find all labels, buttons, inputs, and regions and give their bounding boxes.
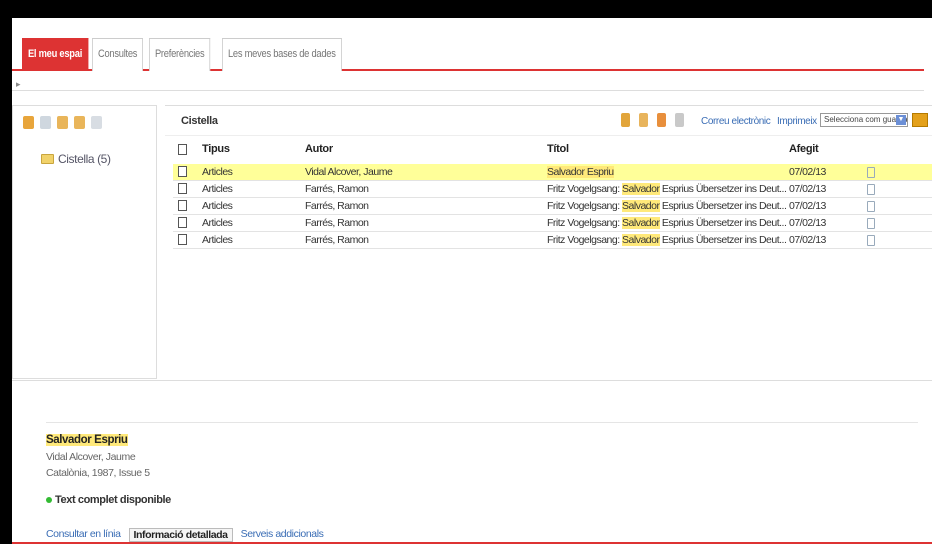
- basket-panel: Cistella Correu electrònic Imprimeix Sel…: [165, 105, 932, 358]
- copy-icon[interactable]: [639, 113, 648, 127]
- new-folder-icon[interactable]: [23, 116, 34, 129]
- save-format-select[interactable]: Selecciona com guardar ▼: [820, 113, 908, 127]
- row-checkbox[interactable]: [178, 183, 187, 194]
- cell-title[interactable]: Fritz Vogelgsang: Salvador Esprius Übers…: [547, 234, 787, 246]
- available-dot-icon: [46, 497, 52, 503]
- cell-author: Farrés, Ramon: [305, 217, 369, 229]
- print-link[interactable]: Imprimeix: [777, 116, 817, 127]
- sub-bar: ▸: [12, 73, 924, 91]
- note-icon[interactable]: [867, 235, 875, 246]
- cell-title[interactable]: Fritz Vogelgsang: Salvador Esprius Übers…: [547, 217, 787, 229]
- tab-my-databases[interactable]: Les meves bases de dades: [222, 38, 342, 71]
- tab-detailed-info[interactable]: Informació detallada: [128, 528, 233, 542]
- folder-basket[interactable]: Cistella (5): [41, 152, 111, 166]
- cell-added: 07/02/13: [789, 166, 826, 178]
- row-checkbox[interactable]: [178, 234, 187, 245]
- note-icon[interactable]: [867, 201, 875, 212]
- export-icon[interactable]: [657, 113, 666, 127]
- cell-author: Farrés, Ramon: [305, 183, 369, 195]
- tab-preferences[interactable]: Preferències: [149, 38, 211, 71]
- col-type[interactable]: Tipus: [202, 143, 230, 155]
- folder-icon: [41, 154, 54, 164]
- cell-type: Articles: [202, 200, 233, 212]
- cell-author: Farrés, Ramon: [305, 234, 369, 246]
- col-title[interactable]: Títol: [547, 143, 569, 155]
- detail-divider: [46, 422, 918, 423]
- cell-type: Articles: [202, 166, 233, 178]
- row-checkbox[interactable]: [178, 200, 187, 211]
- cell-added: 07/02/13: [789, 183, 826, 195]
- col-added[interactable]: Afegit: [789, 143, 819, 155]
- cell-added: 07/02/13: [789, 217, 826, 229]
- rename-icon[interactable]: [40, 116, 51, 129]
- cell-type: Articles: [202, 183, 233, 195]
- go-button[interactable]: [912, 113, 928, 127]
- tab-online[interactable]: Consultar en línia: [46, 528, 121, 542]
- table-row[interactable]: Articles Farrés, Ramon Fritz Vogelgsang: S…: [173, 215, 932, 232]
- cell-added: 07/02/13: [789, 200, 826, 212]
- detail-tabs: Consultar en línia Informació detallada …: [46, 528, 324, 542]
- cell-type: Articles: [202, 234, 233, 246]
- note-icon[interactable]: [867, 167, 875, 178]
- basket-toolbar: [621, 113, 684, 127]
- row-checkbox[interactable]: [178, 166, 187, 177]
- cell-author: Vidal Alcover, Jaume: [305, 166, 393, 178]
- cell-type: Articles: [202, 217, 233, 229]
- application-window: El meu espai Consultes Preferències Les …: [12, 18, 932, 544]
- cell-added: 07/02/13: [789, 234, 826, 246]
- note-icon[interactable]: [867, 218, 875, 229]
- cell-title[interactable]: Fritz Vogelgsang: Salvador Esprius Übers…: [547, 183, 787, 195]
- basket-title: Cistella: [181, 115, 218, 127]
- tab-my-space[interactable]: El meu espai: [22, 38, 89, 71]
- divider: [12, 380, 932, 381]
- col-author[interactable]: Autor: [305, 143, 333, 155]
- cell-author: Farrés, Ramon: [305, 200, 369, 212]
- basket-header: Cistella Correu electrònic Imprimeix Sel…: [165, 106, 932, 136]
- detail-author: Vidal Alcover, Jaume: [46, 451, 136, 463]
- tab-searches[interactable]: Consultes: [92, 38, 144, 71]
- tab-additional-services[interactable]: Serveis addicionals: [241, 528, 324, 542]
- email-link[interactable]: Correu electrònic: [701, 116, 771, 127]
- main-tabs: El meu espai Consultes Preferències Les …: [12, 34, 924, 71]
- table-row[interactable]: Articles Farrés, Ramon Fritz Vogelgsang: S…: [173, 181, 932, 198]
- table-row[interactable]: Articles Farrés, Ramon Fritz Vogelgsang: S…: [173, 232, 932, 249]
- cell-title[interactable]: Fritz Vogelgsang: Salvador Esprius Übers…: [547, 200, 787, 212]
- remove-icon[interactable]: [675, 113, 684, 127]
- cut-icon[interactable]: [621, 113, 630, 127]
- note-icon[interactable]: [867, 184, 875, 195]
- fulltext-status: Text complet disponible: [46, 494, 171, 506]
- copy-folder-icon[interactable]: [57, 116, 68, 129]
- select-all-checkbox[interactable]: [178, 144, 187, 155]
- table-row[interactable]: Articles Farrés, Ramon Fritz Vogelgsang: S…: [173, 198, 932, 215]
- row-checkbox[interactable]: [178, 217, 187, 228]
- folder-panel: Cistella (5): [12, 105, 157, 379]
- delete-folder-icon[interactable]: [91, 116, 102, 129]
- move-folder-icon[interactable]: [74, 116, 85, 129]
- detail-source: Catalònia, 1987, Issue 5: [46, 467, 150, 479]
- folder-toolbar: [23, 116, 102, 129]
- chevron-down-icon: ▼: [896, 115, 906, 125]
- record-detail: Salvador Espriu Vidal Alcover, Jaume Cat…: [12, 388, 932, 544]
- table-row[interactable]: Articles Vidal Alcover, Jaume Salvador Esp…: [173, 164, 932, 181]
- cell-title[interactable]: Salvador Espriu: [547, 166, 614, 178]
- folder-label: Cistella (5): [58, 152, 111, 166]
- detail-title: Salvador Espriu: [46, 434, 128, 446]
- collapse-icon[interactable]: ▸: [16, 79, 21, 90]
